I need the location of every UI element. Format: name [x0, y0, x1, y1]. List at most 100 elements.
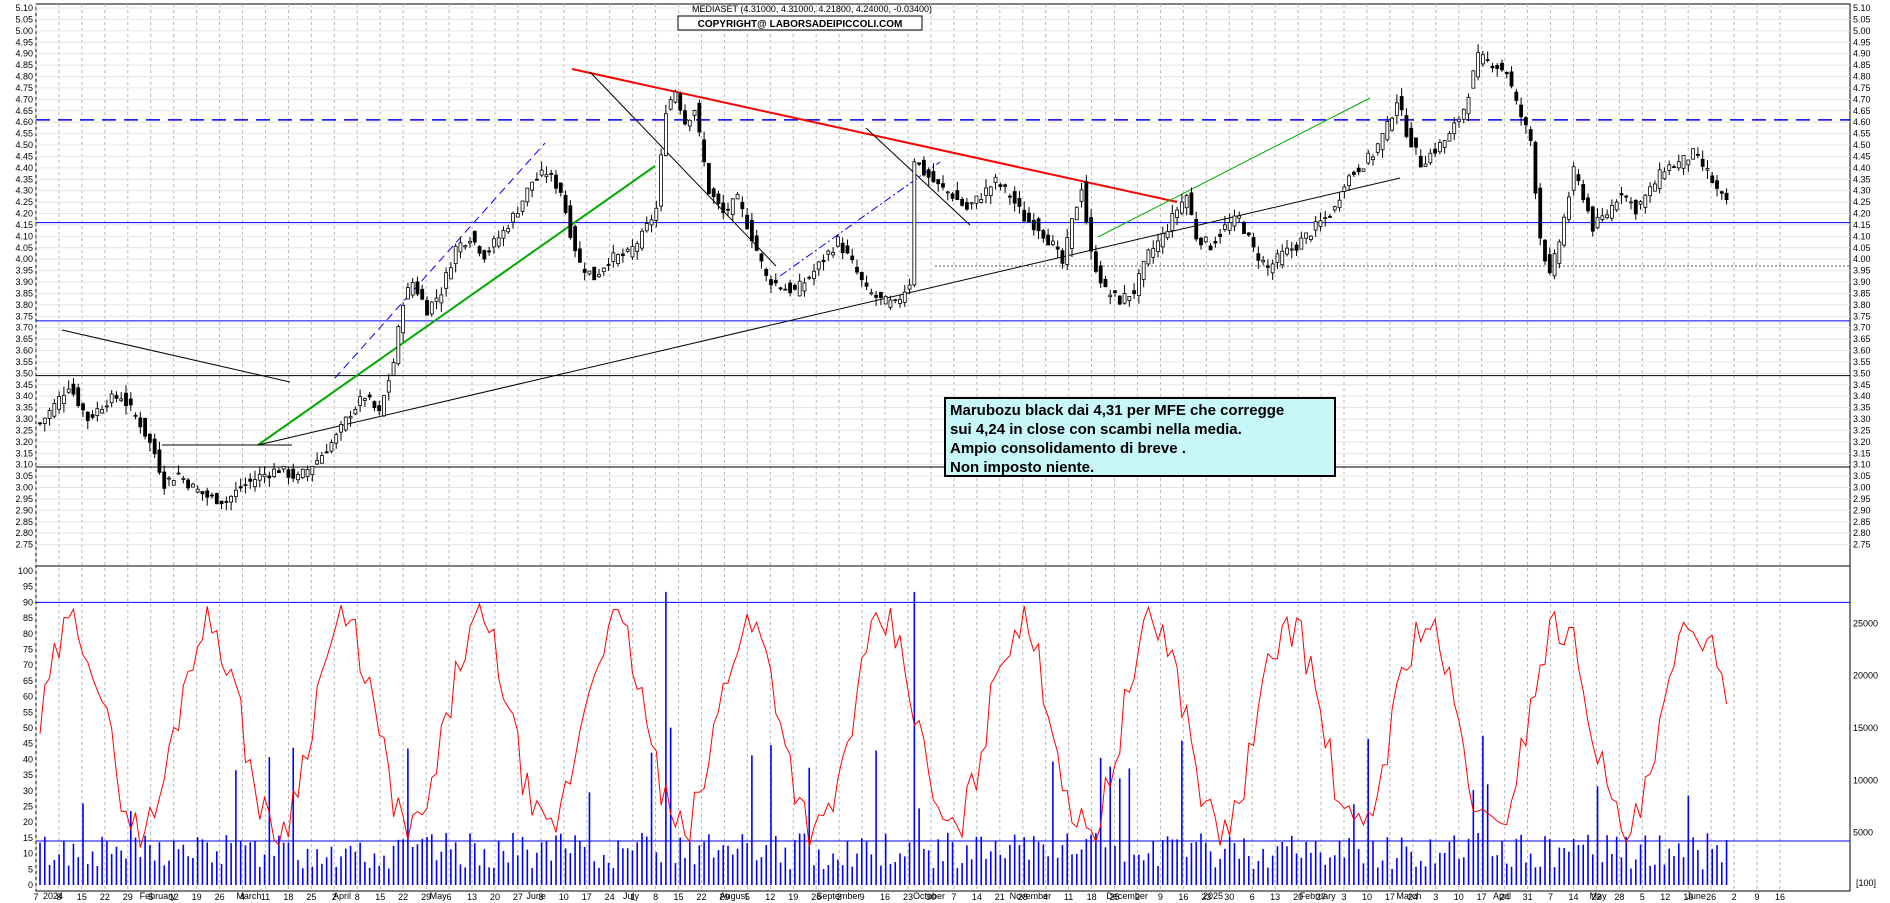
candle-body	[1485, 59, 1490, 61]
candle-body	[1724, 192, 1729, 201]
candle-body	[1695, 153, 1700, 156]
osc-tick-left: 55	[23, 707, 33, 717]
candle-body	[582, 268, 587, 273]
osc-tick-left: 90	[23, 597, 33, 607]
price-tick-left: 3.55	[15, 357, 33, 367]
candle-body	[1098, 265, 1103, 284]
candle-body	[759, 253, 764, 262]
candle-body	[702, 139, 707, 163]
osc-tick-left: 70	[23, 660, 33, 670]
month-label: May	[1590, 891, 1608, 901]
price-tick-right: 3.40	[1853, 391, 1871, 401]
price-tick-left: 4.80	[15, 72, 33, 82]
price-tick-left: 3.75	[15, 311, 33, 321]
price-tick-left: 4.60	[15, 117, 33, 127]
candle-body	[472, 230, 477, 243]
price-tick-left: 3.65	[15, 334, 33, 344]
candle-body	[195, 488, 200, 493]
candle-body	[945, 191, 950, 194]
candle-body	[219, 500, 224, 505]
price-tick-left: 4.95	[15, 37, 33, 47]
candle-body	[549, 172, 554, 175]
candle-body	[253, 479, 257, 488]
candle-body	[1557, 241, 1562, 264]
candle-body	[1007, 195, 1012, 198]
price-tick-right: 3.75	[1853, 311, 1871, 321]
price-tick-left: 2.90	[15, 505, 33, 515]
candle-body	[1399, 96, 1404, 111]
candle-body	[878, 291, 883, 298]
osc-tick-left: 50	[23, 723, 33, 733]
x-tick-label: 21	[995, 892, 1005, 902]
candle-body	[1571, 166, 1576, 191]
price-tick-right: 2.95	[1853, 494, 1871, 504]
candle-body	[554, 174, 558, 189]
candle-body	[119, 398, 124, 402]
candle-body	[1189, 192, 1194, 216]
candle-body	[339, 424, 343, 433]
candle-body	[1719, 191, 1724, 194]
candle-body	[993, 176, 998, 183]
candle-body	[1600, 215, 1605, 220]
candle-body	[964, 202, 969, 210]
candle-body	[998, 184, 1003, 187]
price-tick-left: 3.85	[15, 288, 33, 298]
candle-body	[85, 411, 90, 422]
candle-body	[797, 280, 802, 297]
x-tick-label: 7	[1548, 892, 1553, 902]
month-label: September	[816, 891, 860, 901]
candle-body	[706, 163, 711, 194]
candle-body	[611, 252, 616, 262]
candle-body	[1017, 198, 1022, 207]
x-tick-label: 15	[375, 892, 385, 902]
price-tick-left: 4.55	[15, 129, 33, 139]
candle-body	[577, 248, 582, 263]
candle-body	[353, 408, 358, 415]
candle-body	[52, 403, 57, 417]
price-tick-left: 2.85	[15, 517, 33, 527]
candle-body	[544, 174, 549, 178]
note-line-3: Ampio consolidamento di breve .	[950, 440, 1186, 457]
candle-body	[186, 479, 191, 489]
candle-body	[1299, 237, 1304, 250]
candle-body	[248, 478, 253, 482]
osc-tick-left: 25	[23, 802, 33, 812]
candle-body	[477, 246, 482, 254]
candle-body	[1337, 199, 1342, 209]
candle-body	[377, 405, 382, 412]
candle-body	[1261, 259, 1266, 263]
candle-body	[783, 288, 788, 291]
candle-body	[315, 460, 320, 465]
candle-body	[1538, 187, 1543, 239]
candle-body	[1318, 220, 1323, 227]
candle-body	[1504, 72, 1509, 75]
candle-body	[745, 214, 750, 230]
price-tick-right: 3.20	[1853, 437, 1871, 447]
candle-body	[1232, 215, 1237, 227]
candle-body	[425, 300, 429, 316]
candle-body	[539, 169, 544, 176]
osc-tick-left: 35	[23, 770, 33, 780]
candle-body	[1586, 197, 1590, 212]
candle-body	[152, 438, 157, 455]
candle-body	[850, 255, 855, 261]
candle-body	[1433, 148, 1438, 154]
channel-line	[334, 142, 546, 379]
candle-body	[1003, 184, 1008, 187]
price-tick-right: 5.05	[1853, 14, 1871, 24]
candle-body	[1710, 175, 1715, 184]
price-tick-right: 4.90	[1853, 49, 1871, 59]
candle-body	[592, 266, 597, 281]
price-tick-right: 4.25	[1853, 197, 1871, 207]
candle-body	[90, 414, 95, 418]
x-tick-label: 23	[903, 892, 913, 902]
candle-body	[515, 213, 520, 218]
candle-body	[1113, 290, 1117, 293]
candle-body	[1275, 253, 1280, 263]
price-tick-left: 4.20	[15, 209, 33, 219]
candle-body	[1227, 222, 1232, 231]
month-label: February	[1300, 891, 1337, 901]
candle-body	[458, 242, 463, 253]
candle-body	[1500, 62, 1504, 71]
candle-body	[176, 472, 181, 475]
